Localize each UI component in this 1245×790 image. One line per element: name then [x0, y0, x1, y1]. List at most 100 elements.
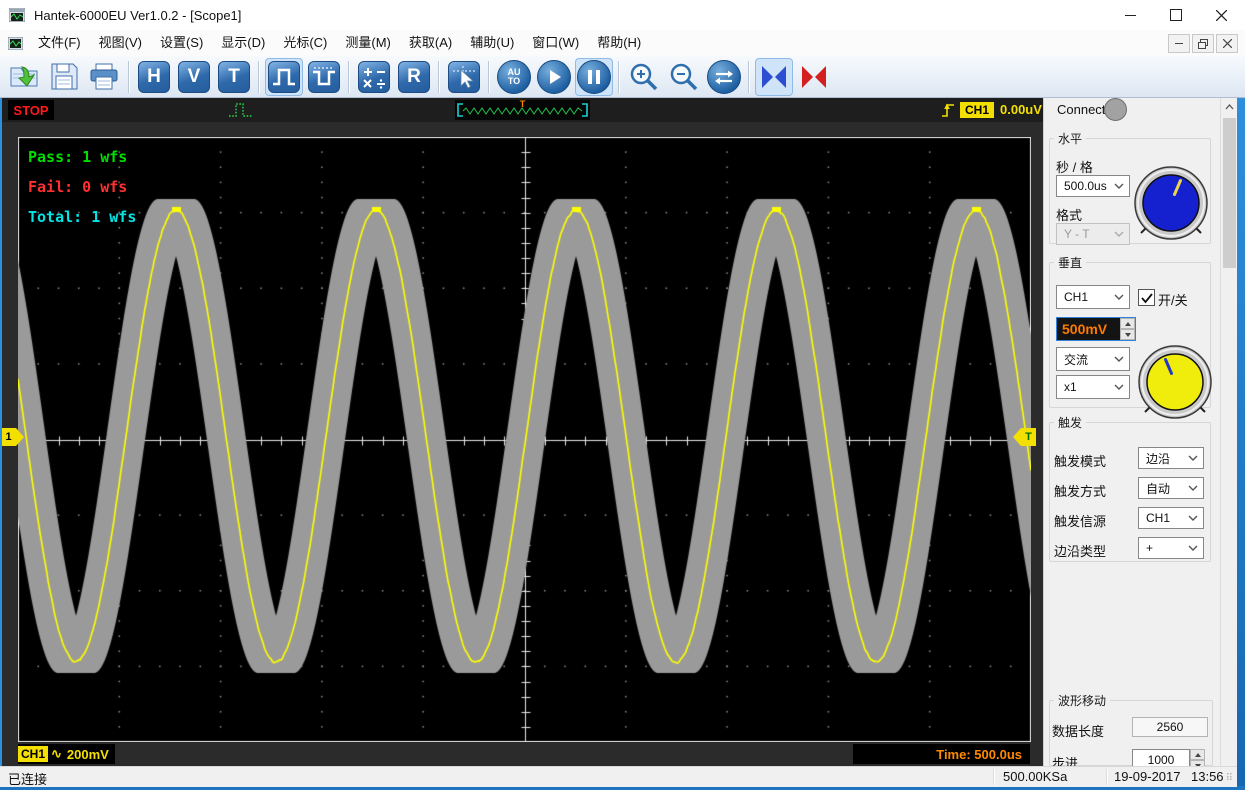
- connect-indicator: [1104, 98, 1127, 121]
- chevron-down-icon: [1114, 183, 1124, 189]
- zoom-in-icon: [630, 63, 658, 90]
- format-label: 格式: [1056, 208, 1083, 223]
- data-length-value: 2560: [1132, 717, 1208, 737]
- menu-utility[interactable]: 辅助(U): [461, 30, 523, 56]
- pause-button[interactable]: [575, 57, 613, 96]
- trigger-mode-label: 触发模式: [1054, 454, 1107, 469]
- trigger-sweep-select[interactable]: 自动: [1138, 477, 1204, 499]
- minimize-button[interactable]: [1108, 0, 1153, 30]
- mdi-close-button[interactable]: [1216, 34, 1238, 53]
- play-icon: [537, 59, 571, 94]
- spin-up-button[interactable]: [1120, 318, 1135, 329]
- r-letter-icon: R: [398, 60, 430, 93]
- volts-per-div-spinner[interactable]: 500mV: [1056, 317, 1136, 341]
- scope-area: Pass: 1 wfs Fail: 0 wfs Total: 1 wfs 1 T…: [0, 122, 1043, 766]
- coupling-select[interactable]: 交流: [1056, 347, 1130, 371]
- format-value: Y - T: [1064, 227, 1090, 241]
- trigger-level-marker[interactable]: T: [1013, 428, 1036, 446]
- coupling-value: 交流: [1064, 352, 1089, 367]
- zoom-out-button[interactable]: [665, 58, 703, 96]
- volts-per-div-readout: 200mV: [66, 746, 109, 762]
- refresh-swap-button[interactable]: [705, 58, 743, 96]
- edge-type-label: 边沿类型: [1054, 544, 1107, 559]
- trigger-edge-icon: [942, 103, 954, 117]
- channel-badge: CH1: [18, 746, 48, 762]
- vertical-panel-button[interactable]: V: [175, 58, 213, 96]
- cursor-measure-button[interactable]: [445, 58, 483, 96]
- fail-count: Fail: 0 wfs: [28, 178, 128, 196]
- channel-on-off-checkbox[interactable]: [1138, 289, 1155, 306]
- mdi-restore-button[interactable]: [1192, 34, 1214, 53]
- red-bowtie-icon: [802, 65, 826, 88]
- timebase-select[interactable]: 500.0us: [1056, 175, 1130, 197]
- channel1-position-marker[interactable]: 1: [1, 428, 24, 446]
- mdi-restore-icon: [1198, 38, 1208, 49]
- autoset-button[interactable]: AU TO: [495, 58, 533, 96]
- timebase-readout: Time: 500.0us: [853, 744, 1030, 764]
- menu-view[interactable]: 视图(V): [90, 30, 151, 56]
- menu-file[interactable]: 文件(F): [29, 30, 90, 56]
- timebase-value: 500.0us: [1064, 179, 1107, 193]
- waveform-record-button[interactable]: [305, 58, 343, 96]
- scope-canvas: [18, 137, 1031, 742]
- load-waveform-button[interactable]: [5, 58, 43, 96]
- scroll-up-button[interactable]: [1221, 98, 1238, 115]
- minimize-icon: [1125, 14, 1136, 16]
- edge-type-select[interactable]: +: [1138, 537, 1204, 559]
- acquisition-status-strip: STOP T CH1 0.00uV: [0, 98, 1043, 122]
- scrollbar-thumb[interactable]: [1223, 118, 1236, 268]
- self-calibration-button[interactable]: [755, 57, 793, 96]
- horizontal-knob[interactable]: [1132, 163, 1210, 243]
- mdi-minimize-button[interactable]: [1168, 34, 1190, 53]
- save-button[interactable]: [45, 58, 83, 96]
- trigger-sweep-label: 触发方式: [1054, 484, 1107, 499]
- channel-select[interactable]: CH1: [1056, 285, 1130, 309]
- toolbar-separator: [438, 60, 440, 93]
- window-edge-right: [1237, 98, 1245, 790]
- trigger-panel-button[interactable]: T: [215, 58, 253, 96]
- menu-cursor[interactable]: 光标(C): [274, 30, 336, 56]
- menu-measure[interactable]: 测量(M): [336, 30, 400, 56]
- up-arrow-icon: [1194, 752, 1201, 757]
- toolbar-separator: [348, 60, 350, 93]
- maximize-button[interactable]: [1153, 0, 1198, 30]
- factory-setup-button[interactable]: [795, 58, 833, 96]
- waveform-preview[interactable]: T: [455, 99, 590, 120]
- step-up-button[interactable]: [1190, 749, 1205, 760]
- edge-type-value: +: [1146, 541, 1154, 555]
- print-button[interactable]: [85, 58, 123, 96]
- trigger-mode-select[interactable]: 边沿: [1138, 447, 1204, 469]
- trigger-group: 触发 触发模式 边沿 触发方式 自动 触发信源 CH1 边沿类型 +: [1049, 414, 1211, 562]
- vertical-knob[interactable]: [1136, 343, 1214, 421]
- menu-help[interactable]: 帮助(H): [588, 30, 650, 56]
- menu-display[interactable]: 显示(D): [212, 30, 274, 56]
- toolbar: H V T R AU TO: [0, 56, 1245, 98]
- volts-per-div-value: 500mV: [1057, 318, 1120, 340]
- run-button[interactable]: [535, 58, 573, 96]
- probe-select[interactable]: x1: [1056, 375, 1130, 399]
- sample-rate: 500.00KSa: [1003, 769, 1068, 784]
- status-date: 19-09-2017: [1114, 769, 1181, 784]
- close-button[interactable]: [1198, 0, 1245, 30]
- reference-button[interactable]: R: [395, 58, 433, 96]
- format-select[interactable]: Y - T: [1056, 223, 1130, 245]
- pause-icon: [577, 59, 611, 94]
- cursor-pointer-icon: [448, 60, 480, 93]
- zoom-in-button[interactable]: [625, 58, 663, 96]
- resize-grip[interactable]: ⠿: [1226, 773, 1234, 784]
- menu-acquire[interactable]: 获取(A): [400, 30, 461, 56]
- connection-status: 已连接: [8, 772, 48, 787]
- pass-fail-button[interactable]: [265, 57, 303, 96]
- spin-down-button[interactable]: [1120, 329, 1135, 340]
- trigger-source-select[interactable]: CH1: [1138, 507, 1204, 529]
- panel-scrollbar[interactable]: [1220, 98, 1238, 786]
- coupling-symbol: ∿: [51, 746, 62, 761]
- math-button[interactable]: [355, 58, 393, 96]
- menu-window[interactable]: 窗口(W): [523, 30, 588, 56]
- chevron-down-icon: [1188, 515, 1198, 521]
- window-edge-left: [0, 98, 2, 790]
- connect-label: Connect:: [1057, 102, 1110, 117]
- menu-settings[interactable]: 设置(S): [151, 30, 212, 56]
- horizontal-panel-button[interactable]: H: [135, 58, 173, 96]
- toolbar-separator: [128, 60, 130, 93]
